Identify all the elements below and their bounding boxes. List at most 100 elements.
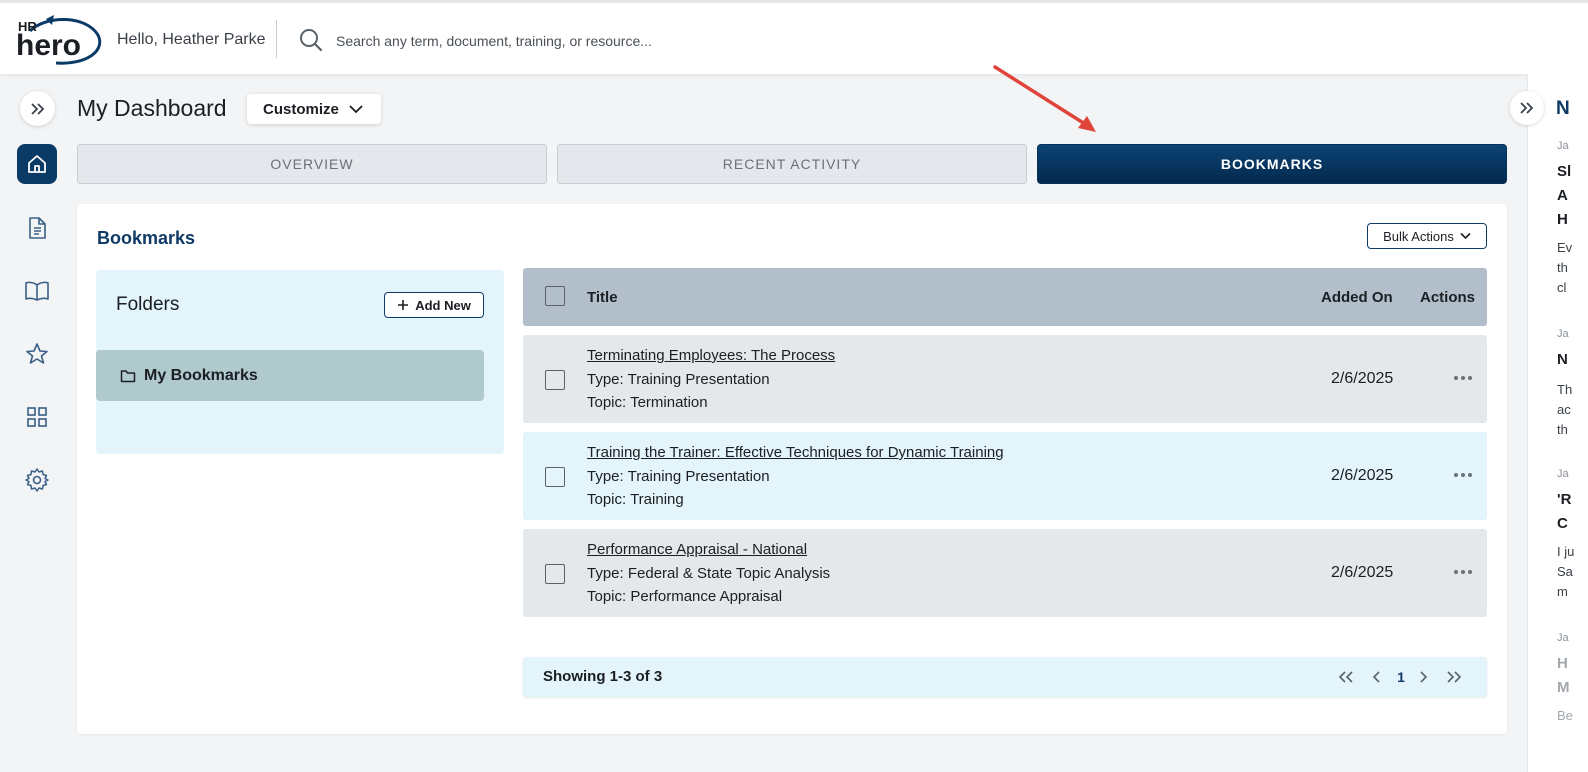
row-checkbox[interactable] xyxy=(545,370,565,390)
sidebar-item-apps[interactable] xyxy=(17,397,57,437)
news-date: Ja xyxy=(1557,140,1569,152)
news-headline[interactable]: A xyxy=(1557,184,1568,208)
table-header: Title Added On Actions xyxy=(523,268,1487,326)
news-date: Ja xyxy=(1557,632,1569,644)
column-title[interactable]: Title xyxy=(587,289,618,306)
results-count: Showing 1-3 of 3 xyxy=(543,668,663,685)
select-all-checkbox[interactable] xyxy=(545,286,565,306)
folder-item-my-bookmarks[interactable]: My Bookmarks xyxy=(96,350,484,401)
home-icon xyxy=(28,155,46,173)
news-body: Be xyxy=(1557,708,1573,723)
folder-icon xyxy=(120,369,136,382)
user-greeting: Hello, Heather Parke xyxy=(117,31,266,48)
news-date: Ja xyxy=(1557,468,1569,480)
bookmark-title-link[interactable]: Performance Appraisal - National xyxy=(587,541,807,558)
folders-title: Folders xyxy=(116,294,180,315)
bookmarks-card: Bookmarks Bulk Actions Folders Add New M… xyxy=(77,204,1507,734)
table-row: Performance Appraisal - National Type: F… xyxy=(523,529,1487,617)
news-headline[interactable]: 'R xyxy=(1557,488,1571,512)
sidebar-item-settings[interactable] xyxy=(17,460,57,500)
news-body: ac xyxy=(1557,402,1571,417)
expand-sidebar-button[interactable] xyxy=(20,91,55,126)
customize-dropdown[interactable]: Customize xyxy=(247,94,381,124)
news-body: th xyxy=(1557,422,1568,437)
folder-label: My Bookmarks xyxy=(144,366,258,384)
sidebar-item-home[interactable] xyxy=(17,144,57,184)
star-icon xyxy=(26,343,48,364)
last-page-icon[interactable] xyxy=(1443,666,1465,688)
prev-page-icon[interactable] xyxy=(1367,666,1385,688)
bookmark-topic: Topic: Termination xyxy=(587,394,708,411)
hr-hero-logo[interactable]: HR hero xyxy=(16,13,104,69)
bookmark-type: Type: Training Presentation xyxy=(587,468,770,485)
gear-icon xyxy=(25,468,49,492)
row-checkbox[interactable] xyxy=(545,467,565,487)
bulk-actions-dropdown[interactable]: Bulk Actions xyxy=(1367,223,1487,249)
news-headline[interactable]: H xyxy=(1557,208,1568,232)
more-actions-icon[interactable] xyxy=(1451,368,1475,388)
search-icon[interactable] xyxy=(298,27,324,53)
tab-overview[interactable]: OVERVIEW xyxy=(77,144,547,184)
more-actions-icon[interactable] xyxy=(1451,465,1475,485)
news-headline[interactable]: C xyxy=(1557,512,1568,536)
page-title: My Dashboard xyxy=(77,95,227,121)
tab-recent-activity[interactable]: RECENT ACTIVITY xyxy=(557,144,1027,184)
bookmark-topic: Topic: Performance Appraisal xyxy=(587,588,783,605)
double-chevron-right-icon xyxy=(30,102,44,115)
bookmark-type: Type: Training Presentation xyxy=(587,371,770,388)
annotation-arrow xyxy=(993,65,1096,132)
add-new-label: Add New xyxy=(415,297,471,313)
column-added-on[interactable]: Added On xyxy=(1321,289,1393,306)
news-body: Th xyxy=(1557,382,1573,397)
bookmark-added-on: 2/6/2025 xyxy=(1331,370,1394,387)
bookmarks-title: Bookmarks xyxy=(97,228,196,248)
double-chevron-right-icon xyxy=(1520,102,1534,114)
news-panel-title: N xyxy=(1556,98,1570,119)
bookmark-type: Type: Federal & State Topic Analysis xyxy=(587,565,831,582)
current-page[interactable]: 1 xyxy=(1391,666,1411,688)
tab-bookmarks[interactable]: BOOKMARKS xyxy=(1037,144,1507,184)
customize-label: Customize xyxy=(263,100,339,118)
table-row: Terminating Employees: The Process Type:… xyxy=(523,335,1487,423)
news-body: th xyxy=(1557,260,1568,275)
news-panel: N Ja Sl A H Ev th cl Ja N Th ac th Ja 'R… xyxy=(1527,74,1588,772)
bookmark-title-link[interactable]: Terminating Employees: The Process xyxy=(587,347,835,364)
next-page-icon[interactable] xyxy=(1415,666,1433,688)
row-checkbox[interactable] xyxy=(545,564,565,584)
header-divider xyxy=(276,20,277,58)
news-body: m xyxy=(1557,584,1568,599)
news-body: I ju xyxy=(1557,544,1575,559)
plus-icon xyxy=(398,300,409,310)
news-headline[interactable]: H xyxy=(1557,652,1568,676)
sidebar-item-favorites[interactable] xyxy=(17,334,57,374)
news-headline[interactable]: Sl xyxy=(1557,160,1571,184)
top-header: HR hero Hello, Heather Parke xyxy=(0,0,1588,74)
news-date: Ja xyxy=(1557,328,1569,340)
more-actions-icon[interactable] xyxy=(1451,562,1475,582)
chevron-down-icon xyxy=(349,105,363,114)
table-row: Training the Trainer: Effective Techniqu… xyxy=(523,432,1487,520)
grid-icon xyxy=(27,407,47,427)
folders-panel: Folders Add New My Bookmarks xyxy=(96,270,504,454)
bookmark-added-on: 2/6/2025 xyxy=(1331,564,1394,581)
news-headline[interactable]: M xyxy=(1557,676,1570,700)
search-input[interactable] xyxy=(336,29,856,53)
sidebar-item-documents[interactable] xyxy=(17,208,57,248)
column-actions: Actions xyxy=(1420,289,1476,306)
book-icon xyxy=(25,281,49,301)
pagination-bar: Showing 1-3 of 3 1 xyxy=(523,657,1487,697)
svg-text:hero: hero xyxy=(16,29,81,62)
first-page-icon[interactable] xyxy=(1335,666,1357,688)
add-new-folder-button[interactable]: Add New xyxy=(384,292,484,318)
bookmark-title-link[interactable]: Training the Trainer: Effective Techniqu… xyxy=(587,444,1004,461)
bulk-actions-label: Bulk Actions xyxy=(1383,228,1454,244)
news-body: cl xyxy=(1557,280,1567,295)
collapse-news-panel-button[interactable] xyxy=(1510,91,1544,125)
document-icon xyxy=(29,217,46,239)
news-body: Ev xyxy=(1557,240,1573,255)
bookmark-topic: Topic: Training xyxy=(587,491,684,508)
sidebar-item-library[interactable] xyxy=(17,271,57,311)
news-body: Sa xyxy=(1557,564,1573,579)
bookmark-added-on: 2/6/2025 xyxy=(1331,467,1394,484)
news-headline[interactable]: N xyxy=(1557,348,1568,372)
